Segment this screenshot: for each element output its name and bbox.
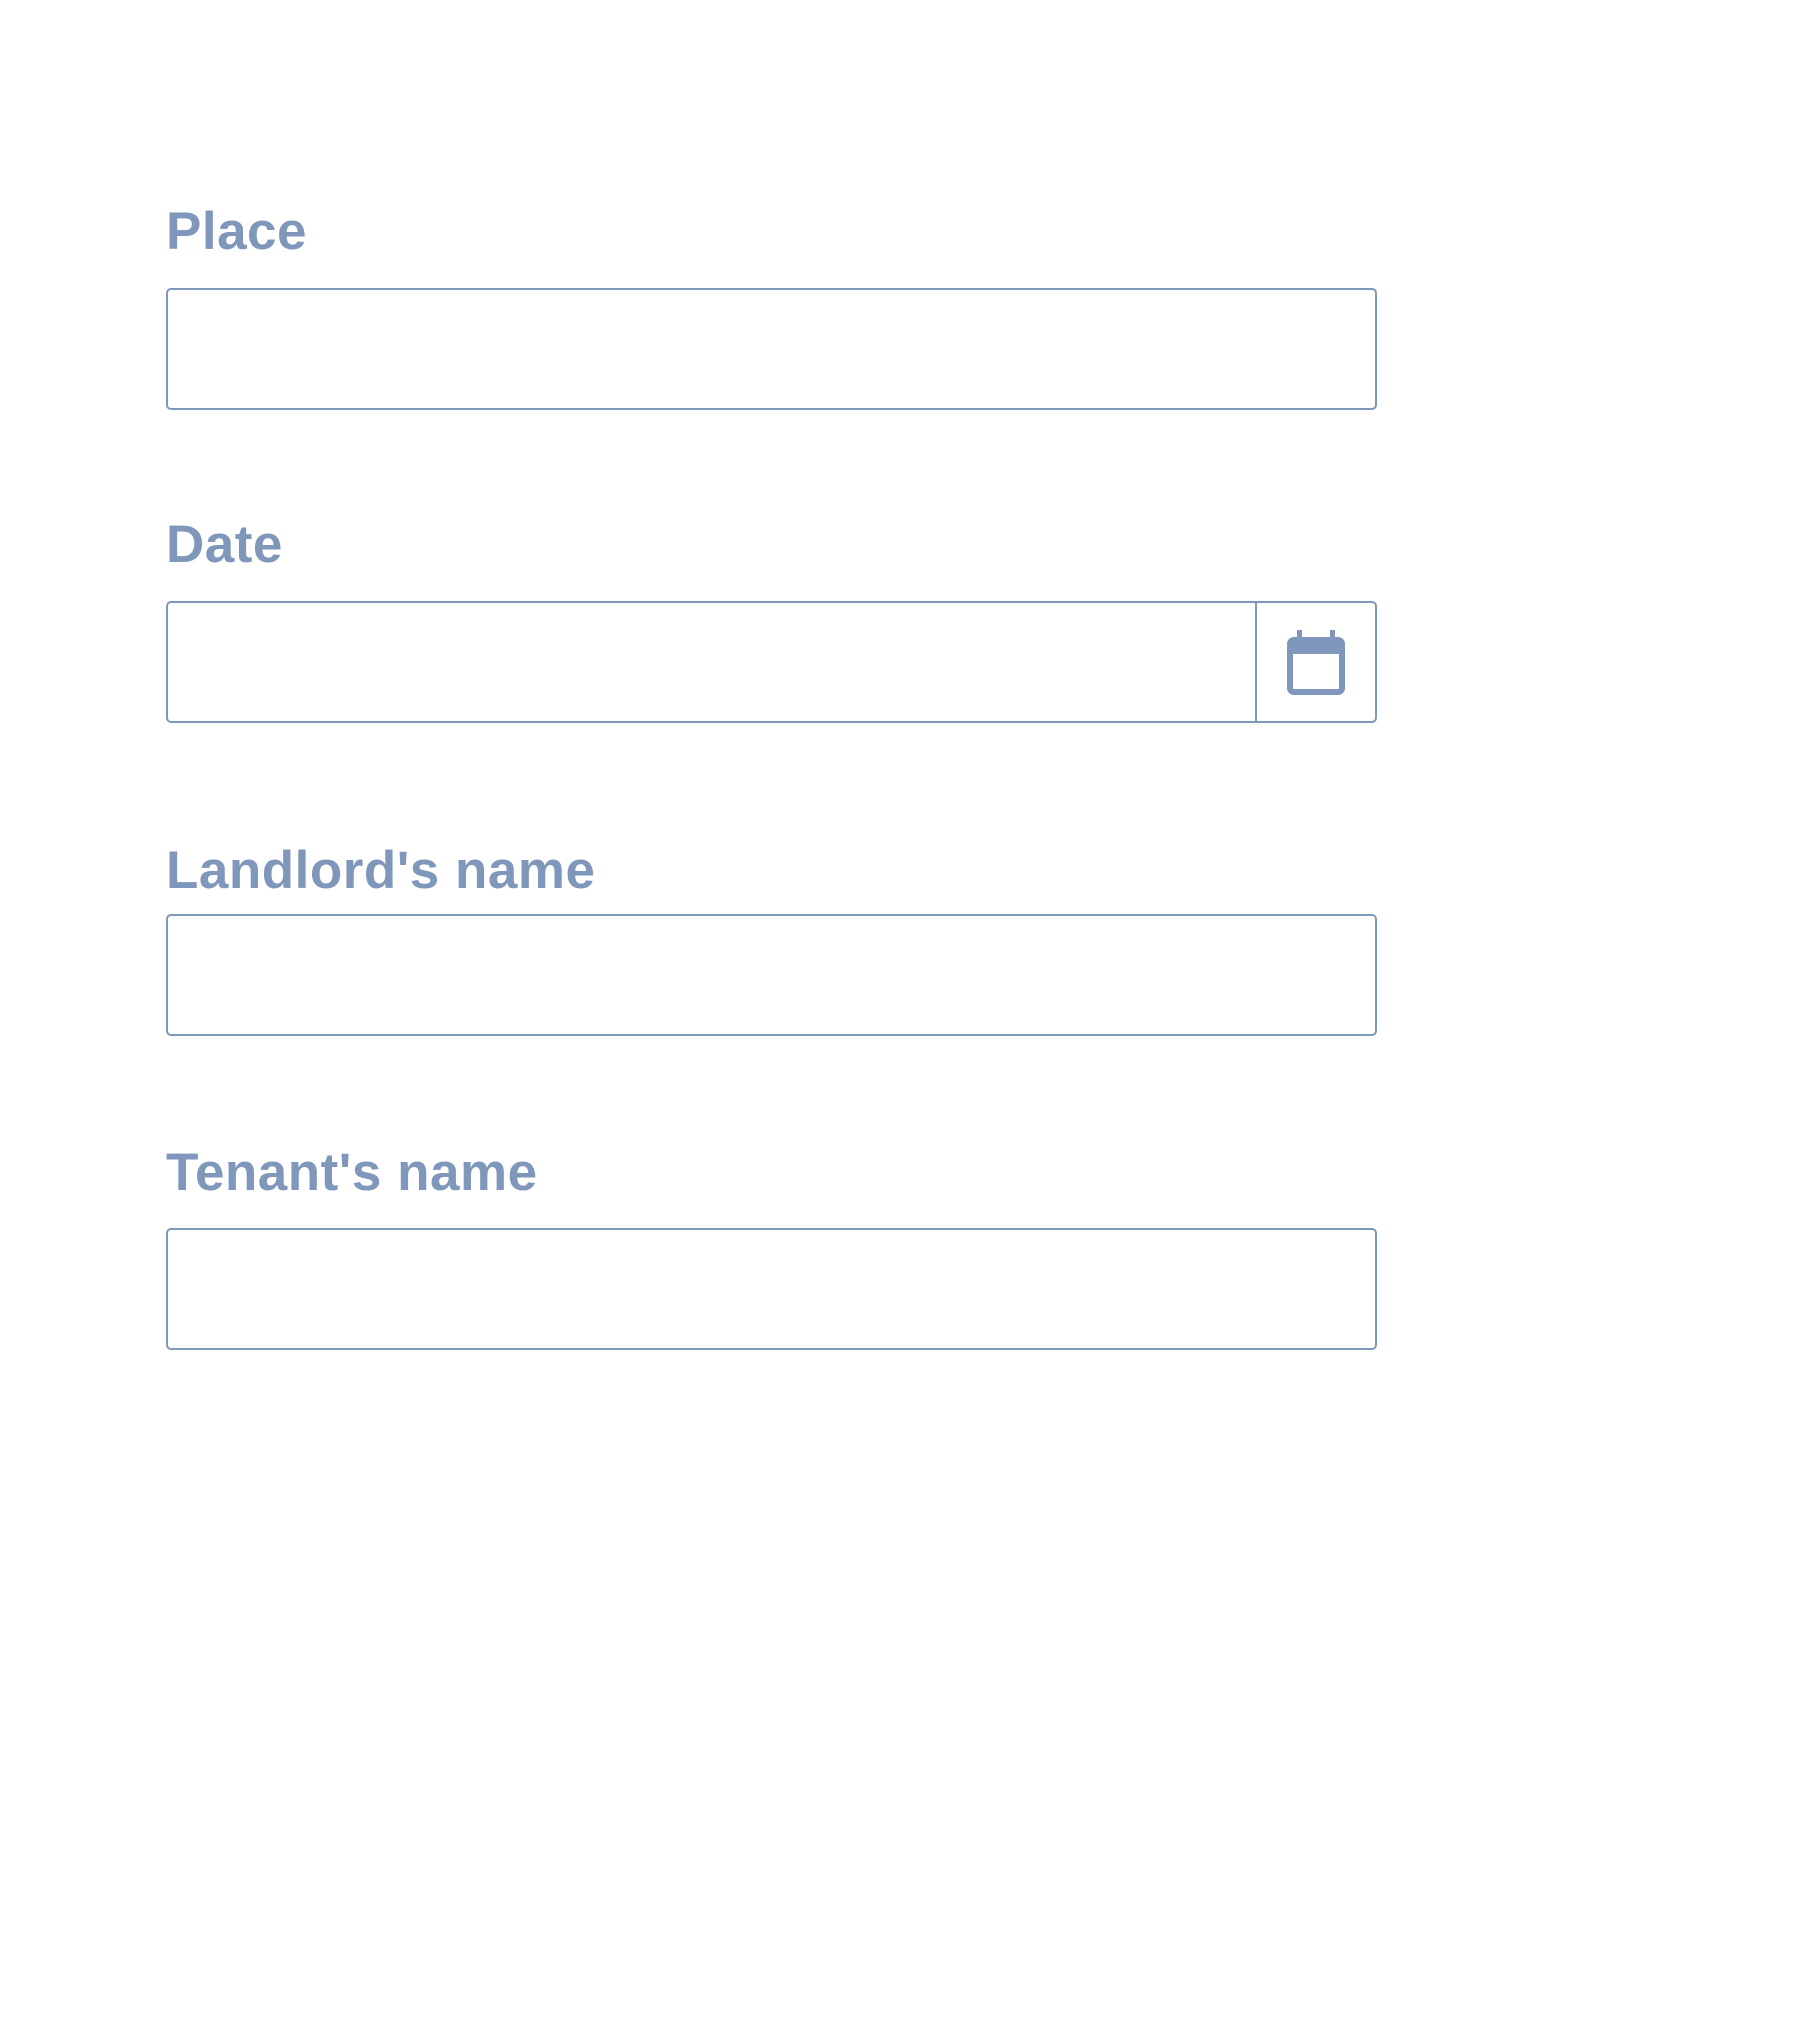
tenant-name-input-box[interactable] — [166, 1228, 1377, 1350]
landlord-name-label: Landlord's name — [166, 841, 596, 900]
place-input[interactable] — [168, 290, 1375, 408]
date-field-group: Date — [166, 515, 1377, 723]
landlord-name-input[interactable] — [168, 916, 1375, 1034]
landlord-field-group: Landlord's name — [166, 841, 1377, 1036]
tenant-name-label: Tenant's name — [166, 1143, 538, 1202]
place-input-box[interactable] — [166, 288, 1377, 410]
place-field-group: Place — [166, 202, 1377, 410]
date-picker-button[interactable] — [1255, 603, 1375, 721]
landlord-name-input-box[interactable] — [166, 914, 1377, 1036]
place-label: Place — [166, 202, 308, 261]
date-input-box[interactable] — [166, 601, 1377, 723]
date-input[interactable] — [168, 603, 1255, 721]
tenant-field-group: Tenant's name — [166, 1143, 1377, 1350]
tenant-name-input[interactable] — [168, 1230, 1375, 1348]
date-label: Date — [166, 515, 283, 574]
calendar-icon — [1287, 630, 1345, 695]
